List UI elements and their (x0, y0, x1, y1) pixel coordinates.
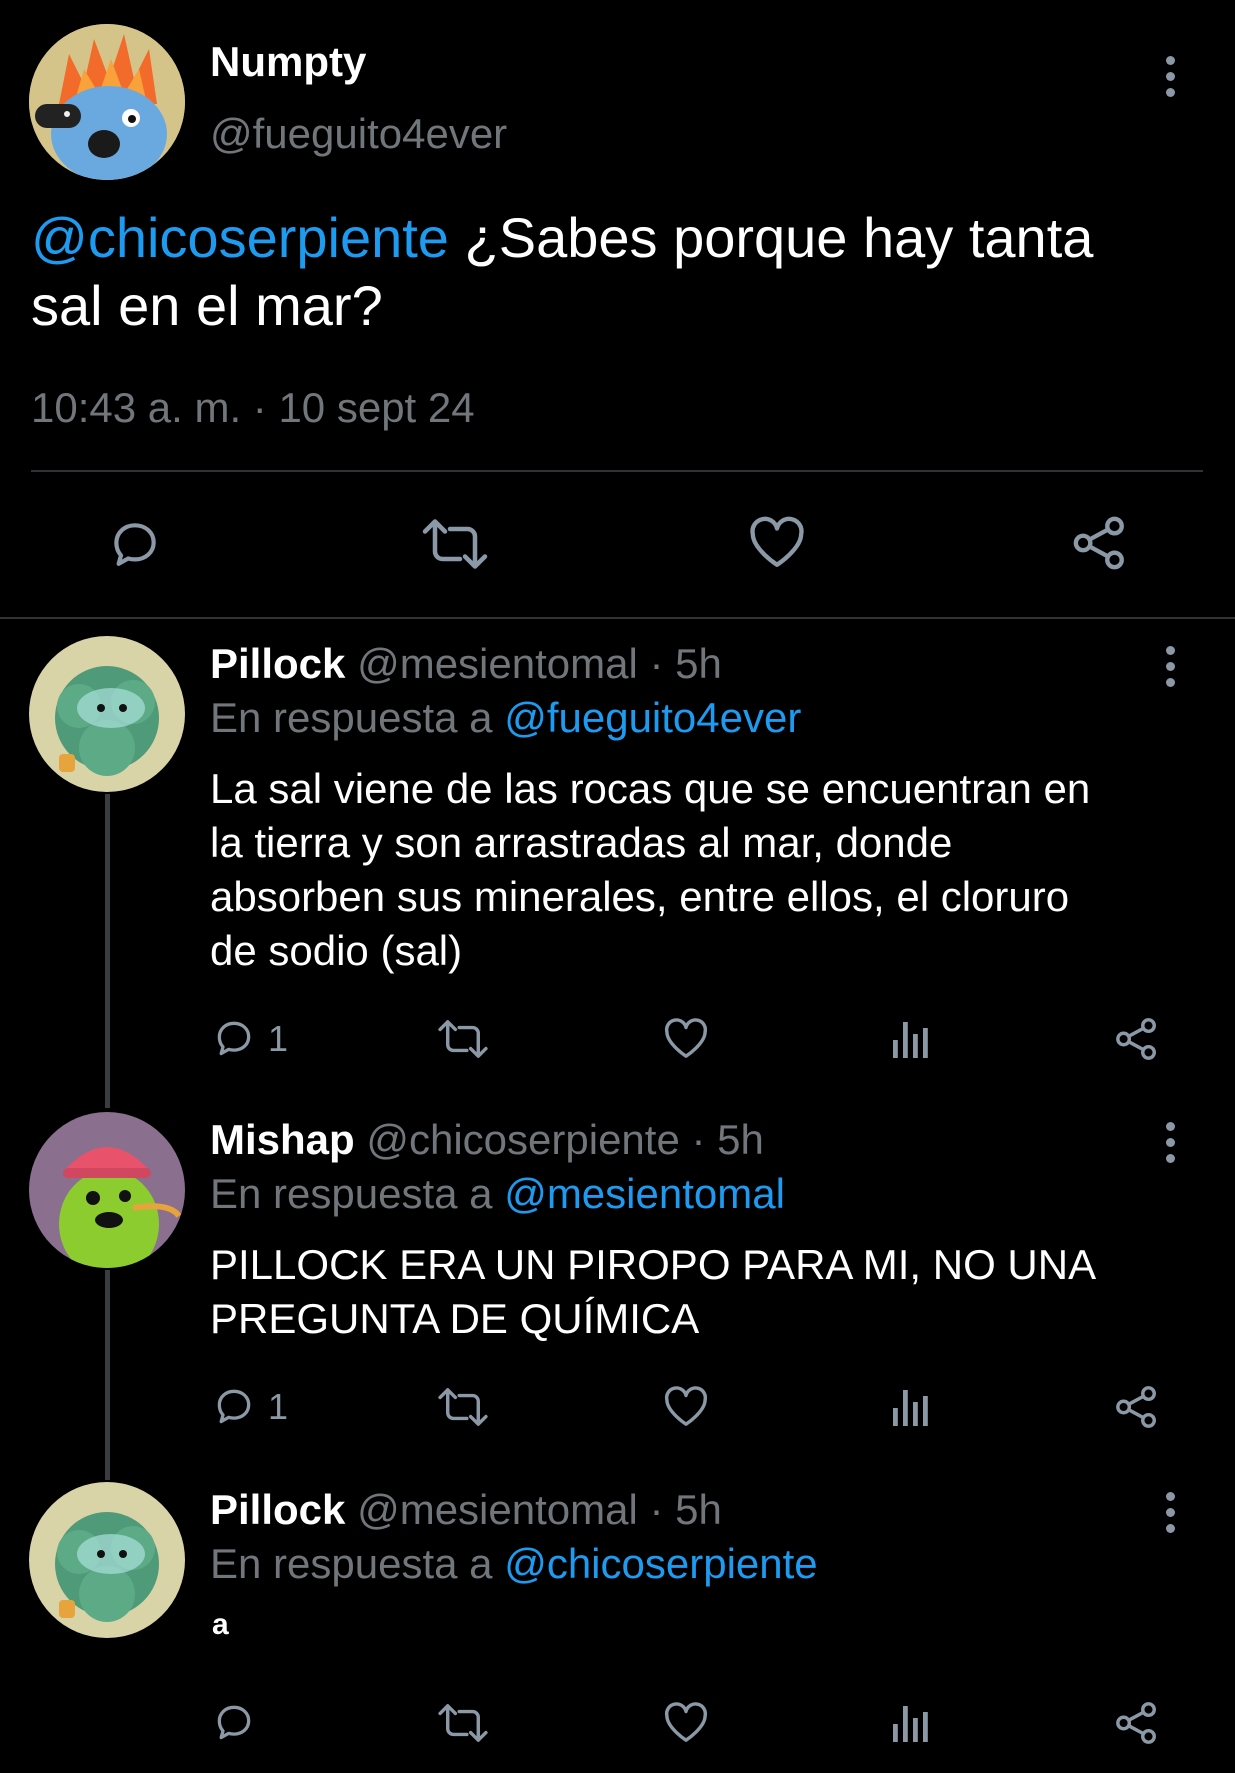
share-icon[interactable] (1114, 1016, 1160, 1062)
reply-count: 1 (268, 1018, 289, 1059)
more-icon[interactable] (1166, 1492, 1176, 1533)
display-name[interactable]: Pillock (210, 640, 345, 687)
reply-prefix: En respuesta a (210, 1540, 493, 1587)
reply-text-line: La sal viene de las rocas que se encuent… (210, 765, 1091, 812)
avatar[interactable] (29, 1112, 185, 1268)
retweet-icon[interactable] (436, 1386, 490, 1428)
reply-text: La sal viene de las rocas que se encuent… (210, 762, 1090, 978)
thread-line (105, 1270, 110, 1480)
reply-context: En respuesta a @fueguito4ever (210, 694, 801, 742)
reply-text-line: absorben sus minerales, entre ellos, el … (210, 873, 1070, 920)
heart-icon[interactable] (663, 1018, 709, 1060)
views-icon[interactable] (890, 1384, 932, 1428)
retweet-icon[interactable] (420, 516, 490, 572)
retweet-icon[interactable] (436, 1702, 490, 1744)
reply-text-line: PREGUNTA DE QUÍMICA (210, 1295, 700, 1342)
more-icon[interactable] (1166, 646, 1176, 687)
share-icon[interactable] (1071, 514, 1129, 572)
views-icon[interactable] (890, 1016, 932, 1060)
avatar[interactable] (29, 1482, 185, 1638)
reply-text: PILLOCK ERA UN PIROPO PARA MI, NO UNA PR… (210, 1238, 1096, 1346)
reply-to-link[interactable]: @fueguito4ever (504, 694, 801, 741)
display-name[interactable]: Pillock (210, 1486, 345, 1533)
reply-icon[interactable] (106, 516, 164, 572)
reply-text-line: de sodio (sal) (210, 927, 463, 974)
more-icon[interactable] (1166, 56, 1176, 97)
reply-header: Pillock @mesientomal · 5h (210, 640, 722, 688)
reply-text-line: la tierra y son arrastradas al mar, dond… (210, 819, 953, 866)
tweet-text: @chicoserpiente ¿Sabes porque hay tanta … (31, 204, 1211, 340)
reply-icon[interactable] (212, 1384, 256, 1428)
divider (31, 470, 1203, 472)
reply-icon[interactable] (212, 1016, 256, 1060)
tweet-text-line2: sal en el mar? (31, 274, 383, 337)
heart-icon[interactable] (748, 516, 806, 570)
reply-header: Mishap @chicoserpiente · 5h (210, 1116, 764, 1164)
handle[interactable]: @fueguito4ever (210, 110, 507, 158)
reply-to-link[interactable]: @chicoserpiente (504, 1540, 817, 1587)
reply-icon[interactable] (212, 1700, 256, 1744)
reply-text: a (212, 1608, 229, 1642)
more-icon[interactable] (1166, 1122, 1176, 1163)
reply-time[interactable]: · 5h (649, 640, 721, 687)
reply-text-line: PILLOCK ERA UN PIROPO PARA MI, NO UNA (210, 1241, 1097, 1288)
avatar[interactable] (29, 636, 185, 792)
timestamp[interactable]: 10:43 a. m. · 10 sept 24 (31, 384, 475, 432)
reply-text-line: a (212, 1608, 229, 1641)
reply-context: En respuesta a @mesientomal (210, 1170, 785, 1218)
display-name[interactable]: Numpty (210, 38, 366, 86)
divider (0, 617, 1235, 619)
retweet-icon[interactable] (436, 1018, 490, 1060)
views-icon[interactable] (890, 1700, 932, 1744)
share-icon[interactable] (1114, 1384, 1160, 1430)
handle[interactable]: @mesientomal (357, 640, 638, 687)
tweet-text-line1: ¿Sabes porque hay tanta (464, 206, 1094, 269)
reply-header: Pillock @mesientomal · 5h (210, 1486, 722, 1534)
mention-link[interactable]: @chicoserpiente (31, 206, 449, 269)
avatar[interactable] (29, 24, 185, 180)
reply-prefix: En respuesta a (210, 1170, 493, 1217)
handle[interactable]: @mesientomal (357, 1486, 638, 1533)
display-name[interactable]: Mishap (210, 1116, 355, 1163)
reply-to-link[interactable]: @mesientomal (504, 1170, 785, 1217)
reply-time[interactable]: · 5h (649, 1486, 721, 1533)
thread-line (105, 794, 110, 1108)
reply-time[interactable]: · 5h (692, 1116, 764, 1163)
share-icon[interactable] (1114, 1700, 1160, 1746)
reply-count: 1 (268, 1386, 289, 1427)
heart-icon[interactable] (663, 1386, 709, 1428)
reply-context: En respuesta a @chicoserpiente (210, 1540, 818, 1588)
reply-prefix: En respuesta a (210, 694, 493, 741)
heart-icon[interactable] (663, 1702, 709, 1744)
handle[interactable]: @chicoserpiente (366, 1116, 679, 1163)
